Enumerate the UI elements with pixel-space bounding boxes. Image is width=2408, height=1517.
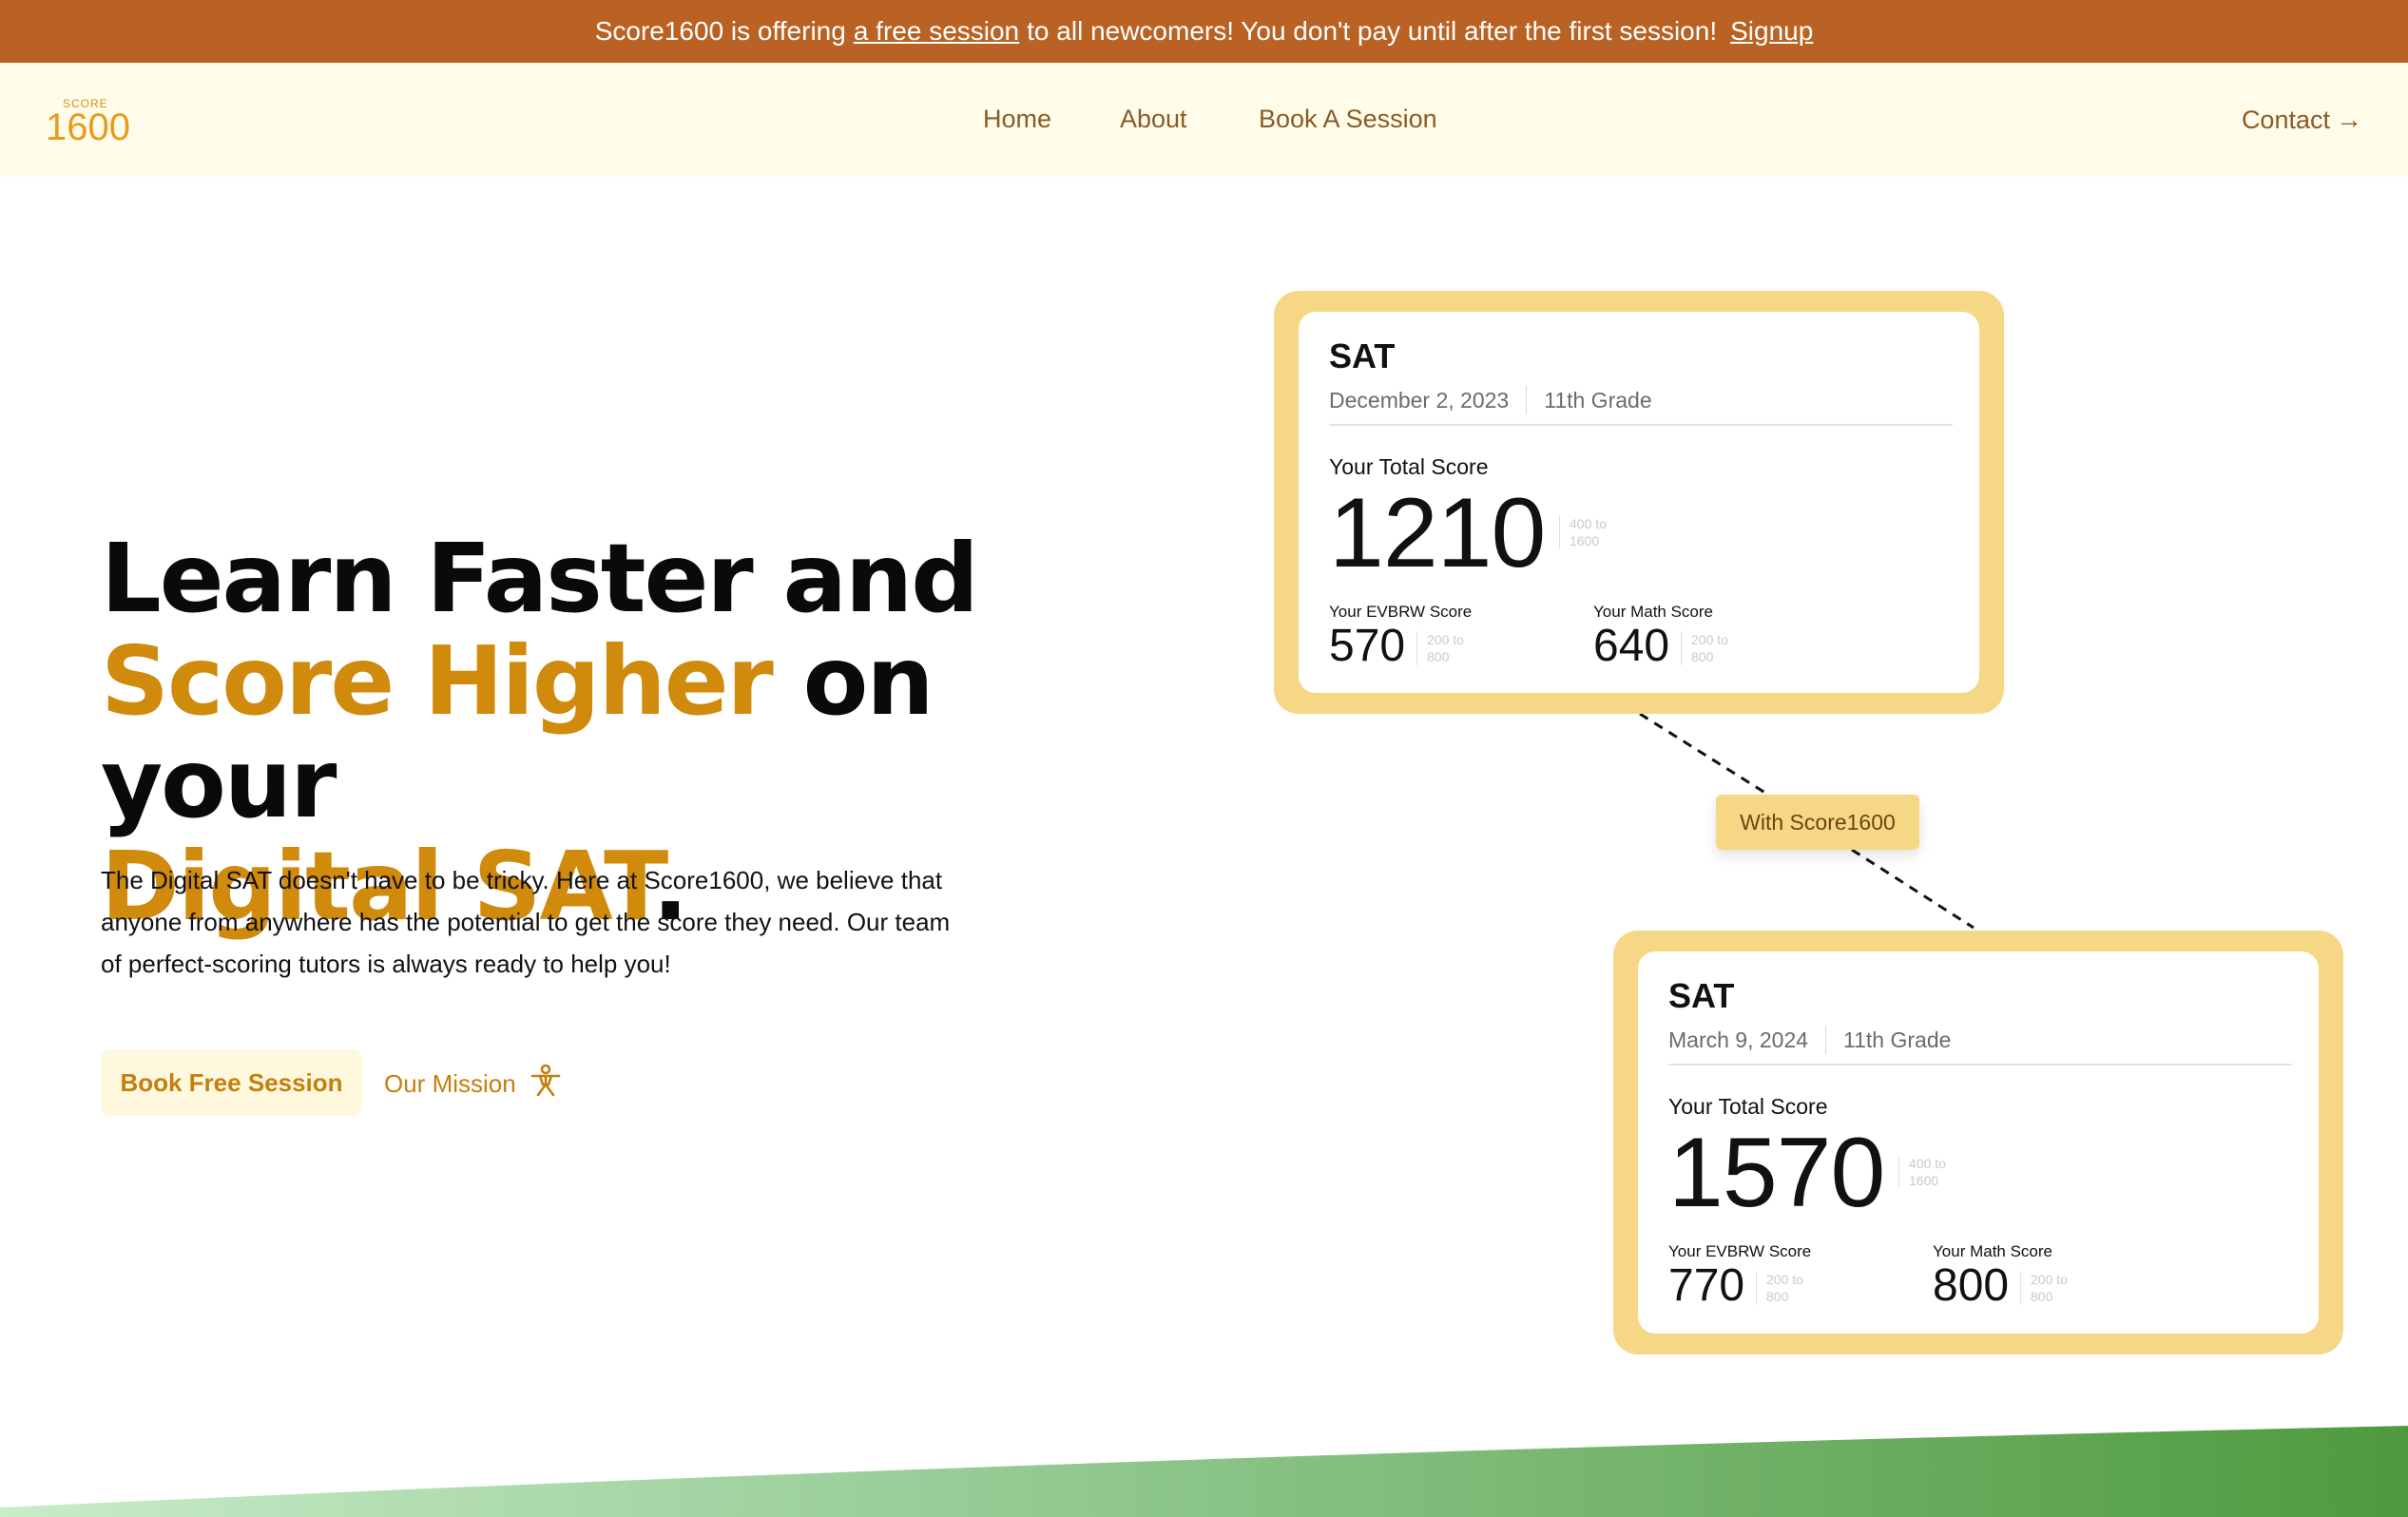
main-nav: Home About Book A Session [0, 63, 2408, 177]
with-score1600-badge: With Score1600 [1716, 795, 1919, 850]
site-header: SCORE 1600 Home About Book A Session Con… [0, 63, 2408, 177]
total-score-range: 400 to 1600 [1559, 515, 1626, 549]
evbrw-score-range: 200 to 800 [1756, 1271, 1822, 1305]
evbrw-score-label: Your EVBRW Score [1668, 1242, 1812, 1260]
total-score: 1570 [1668, 1118, 1885, 1228]
card-title: SAT [1329, 336, 1396, 375]
total-score: 1210 [1329, 478, 1546, 588]
total-score-label: Your Total Score [1668, 1094, 1828, 1119]
card-meta: December 2, 2023 11th Grade [1329, 386, 1652, 414]
free-session-link[interactable]: a free session [854, 16, 1019, 47]
nav-home[interactable]: Home [983, 105, 1051, 134]
meta-divider [1825, 1026, 1827, 1054]
score-card-body: SAT March 9, 2024 11th Grade Your Total … [1638, 951, 2319, 1334]
score-card-body: SAT December 2, 2023 11th Grade Your Tot… [1299, 312, 1979, 693]
decorative-green-wave [0, 1426, 2408, 1517]
our-mission-label: Our Mission [384, 1068, 516, 1098]
our-mission-button[interactable]: Our Mission [384, 1063, 562, 1104]
signup-link[interactable]: Signup [1730, 16, 1813, 47]
headline-highlight-1: Score Higher [101, 625, 774, 737]
contact-link[interactable]: Contact → [2242, 105, 2362, 135]
evbrw-score-label: Your EVBRW Score [1329, 603, 1473, 621]
card-meta: March 9, 2024 11th Grade [1668, 1026, 1951, 1054]
score-card-after: SAT March 9, 2024 11th Grade Your Total … [1613, 931, 2343, 1354]
card-divider [1329, 424, 1953, 426]
nav-book-a-session[interactable]: Book A Session [1259, 105, 1437, 134]
math-score: 800 [1933, 1260, 2010, 1311]
hero-description: The Digital SAT doesn't have to be trick… [101, 866, 951, 978]
page: Score1600 is offering a free session to … [0, 0, 2408, 1517]
announcement-suffix: to all newcomers! You don't pay until af… [1027, 16, 1718, 46]
card-date: December 2, 2023 [1329, 387, 1510, 413]
card-date: March 9, 2024 [1668, 1027, 1809, 1052]
meta-divider [1526, 386, 1528, 414]
math-score: 640 [1593, 621, 1670, 671]
card-grade: 11th Grade [1843, 1027, 1952, 1052]
person-accessibility-icon [530, 1064, 562, 1104]
card-divider [1668, 1064, 2292, 1066]
evbrw-score: 570 [1329, 621, 1406, 671]
headline-line-1: Learn Faster and [101, 523, 979, 634]
arrow-right-icon: → [2336, 105, 2362, 134]
card-grade: 11th Grade [1544, 387, 1652, 413]
card-title: SAT [1668, 976, 1735, 1015]
book-free-session-button[interactable]: Book Free Session [101, 1049, 362, 1116]
evbrw-score: 770 [1668, 1260, 1745, 1311]
math-score-range: 200 to 800 [2020, 1271, 2087, 1305]
math-score-range: 200 to 800 [1681, 631, 1747, 665]
announcement-prefix: Score1600 is offering [594, 16, 846, 46]
math-score-label: Your Math Score [1593, 603, 1713, 621]
nav-about[interactable]: About [1120, 105, 1187, 134]
score-card-before: SAT December 2, 2023 11th Grade Your Tot… [1274, 291, 2004, 714]
contact-label: Contact [2241, 105, 2330, 134]
math-score-label: Your Math Score [1933, 1242, 2052, 1260]
evbrw-score-range: 200 to 800 [1416, 631, 1483, 665]
total-score-range: 400 to 1600 [1898, 1155, 1965, 1189]
announcement-bar: Score1600 is offering a free session to … [0, 0, 2408, 63]
total-score-label: Your Total Score [1329, 454, 1489, 479]
